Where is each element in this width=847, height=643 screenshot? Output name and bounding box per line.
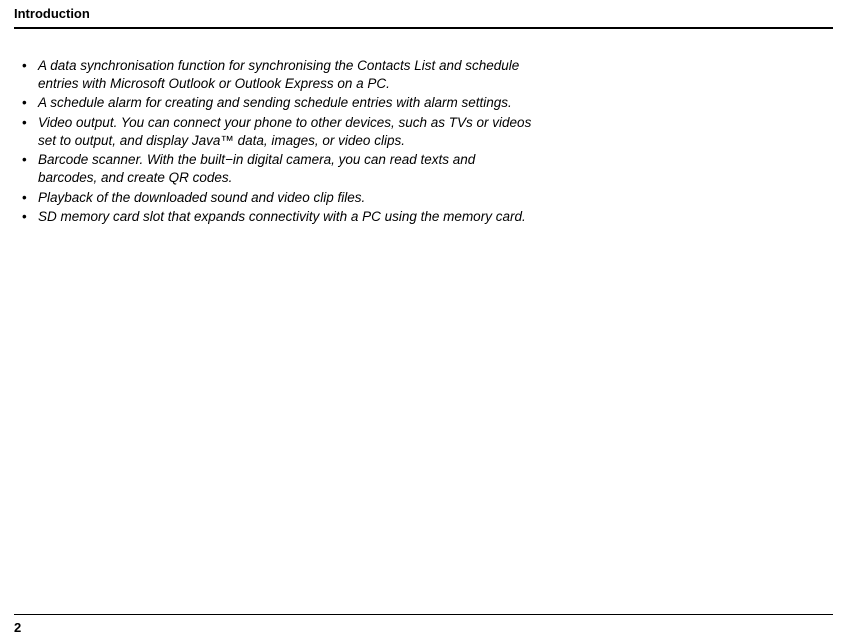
list-item: A schedule alarm for creating and sendin… xyxy=(20,94,534,112)
section-title: Introduction xyxy=(14,6,833,27)
list-item: Barcode scanner. With the built−in digit… xyxy=(20,151,534,187)
list-item: Video output. You can connect your phone… xyxy=(20,114,534,150)
list-item: A data synchronisation function for sync… xyxy=(20,57,534,93)
feature-list: A data synchronisation function for sync… xyxy=(20,57,534,226)
list-item: SD memory card slot that expands connect… xyxy=(20,208,534,226)
list-item: Playback of the downloaded sound and vid… xyxy=(20,189,534,207)
footer-divider xyxy=(14,614,833,615)
content-area: A data synchronisation function for sync… xyxy=(14,57,534,226)
header-divider xyxy=(14,27,833,29)
page-number: 2 xyxy=(14,620,21,635)
